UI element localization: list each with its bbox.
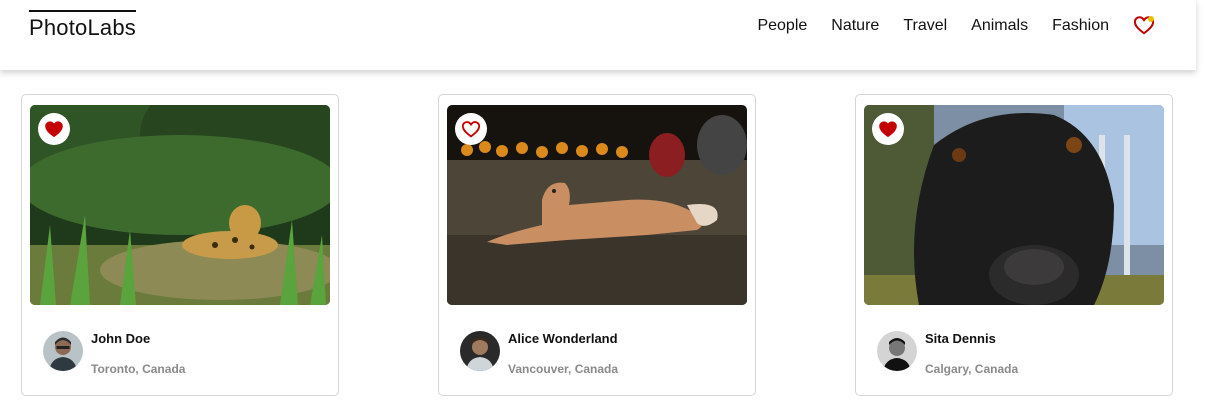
topic-animals[interactable]: Animals	[971, 14, 1028, 38]
author-location: Toronto, Canada	[91, 362, 186, 376]
favorite-button[interactable]	[872, 113, 904, 145]
topic-fashion[interactable]: Fashion	[1052, 14, 1109, 38]
topic-nature[interactable]: Nature	[831, 14, 879, 38]
avatar[interactable]	[43, 331, 83, 371]
avatar[interactable]	[460, 331, 500, 371]
author-name: John Doe	[91, 331, 151, 346]
author-location: Calgary, Canada	[925, 362, 1019, 376]
author-location: Vancouver, Canada	[508, 362, 619, 376]
topic-people[interactable]: People	[757, 14, 807, 38]
photo-card[interactable]: John Doe Toronto, Canada	[21, 94, 339, 396]
author-name: Alice Wonderland	[508, 331, 618, 346]
photo-card[interactable]: Alice Wonderland Vancouver, Canada	[438, 94, 756, 396]
heart-filled-icon	[45, 121, 63, 138]
top-nav-bar: PhotoLabs People Nature Travel Animals F…	[0, 0, 1196, 70]
heart-outline-icon	[461, 121, 481, 138]
photo-author: John Doe Toronto, Canada	[43, 331, 323, 391]
favorites-notification-dot	[1148, 16, 1154, 22]
topic-nav: People Nature Travel Animals Fashion	[757, 14, 1155, 38]
photo-image[interactable]	[30, 105, 330, 305]
app-logo[interactable]: PhotoLabs	[29, 10, 136, 41]
favorite-button[interactable]	[38, 113, 70, 145]
favorite-button[interactable]	[455, 113, 487, 145]
avatar[interactable]	[877, 331, 917, 371]
heart-filled-icon	[879, 121, 897, 138]
favorites-button[interactable]	[1133, 15, 1155, 37]
photo-card[interactable]: Sita Dennis Calgary, Canada	[855, 94, 1173, 396]
photo-author: Sita Dennis Calgary, Canada	[877, 331, 1157, 391]
photo-author: Alice Wonderland Vancouver, Canada	[460, 331, 740, 391]
photo-image[interactable]	[864, 105, 1164, 305]
photo-image[interactable]	[447, 105, 747, 305]
author-name: Sita Dennis	[925, 331, 996, 346]
topic-travel[interactable]: Travel	[903, 14, 947, 38]
